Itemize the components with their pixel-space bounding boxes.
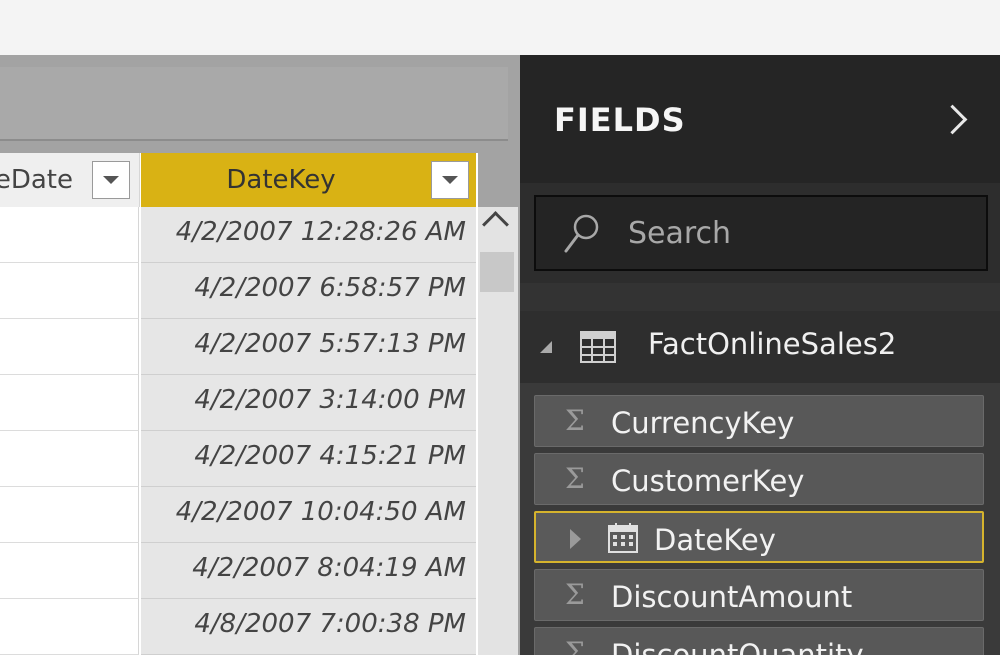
table-cell[interactable] (0, 543, 139, 599)
cell-value: 4/2/2007 8:04:19 AM (192, 553, 466, 583)
search-icon (564, 214, 599, 253)
cell-value: 4/2/2007 10:04:50 AM (175, 497, 466, 527)
chevron-right-icon[interactable] (937, 104, 968, 135)
table-row: 4/2/2007 3:14:00 PM (0, 375, 478, 431)
table-cell[interactable]: 4/8/2007 7:00:38 PM (141, 599, 476, 655)
table-cell[interactable]: 4/2/2007 6:58:57 PM (141, 263, 476, 319)
table-row: 4/2/2007 10:04:50 AM (0, 487, 478, 543)
cell-value: 4/2/2007 6:58:57 PM (194, 273, 466, 303)
column-header-label: eDate (0, 165, 73, 195)
table-cell[interactable] (0, 431, 139, 487)
column-header-datekey[interactable]: DateKey (141, 153, 476, 207)
column-header-duedate[interactable]: eDate (0, 153, 140, 207)
divider (520, 283, 1000, 311)
expand-triangle-icon[interactable] (540, 341, 552, 353)
field-item[interactable]: Σ DiscountAmount (534, 569, 984, 621)
field-item[interactable]: Σ CurrencyKey (534, 395, 984, 447)
data-view: eDate DateKey 4/2/2007 12:28:26 AM 4/2/2… (0, 55, 520, 655)
table-row: 4/2/2007 6:58:57 PM (0, 263, 478, 319)
table-cell[interactable] (0, 263, 139, 319)
fields-pane: FIELDS FactOnlineSales2 Σ CurrencyKey (520, 55, 1000, 655)
cell-value: 4/2/2007 3:14:00 PM (194, 385, 466, 415)
table-row: 4/8/2007 7:00:38 PM (0, 599, 478, 655)
table-cell[interactable]: 4/2/2007 5:57:13 PM (141, 319, 476, 375)
table-row: 4/2/2007 12:28:26 AM (0, 207, 478, 263)
field-item[interactable]: Σ CustomerKey (534, 453, 984, 505)
field-label: DiscountAmount (611, 580, 853, 614)
grid-rows: 4/2/2007 12:28:26 AM 4/2/2007 6:58:57 PM… (0, 207, 478, 655)
table-cell[interactable] (0, 487, 139, 543)
field-list: Σ CurrencyKey Σ CustomerKey DateKey Σ Di… (534, 395, 984, 655)
data-grid: eDate DateKey 4/2/2007 12:28:26 AM 4/2/2… (0, 153, 478, 655)
cell-value: 4/8/2007 7:00:38 PM (194, 609, 466, 639)
field-item[interactable]: Σ DiscountQuantity (534, 627, 984, 655)
table-row: 4/2/2007 5:57:13 PM (0, 319, 478, 375)
search-input[interactable] (628, 197, 968, 269)
table-cell[interactable] (0, 599, 139, 655)
table-cell[interactable]: 4/2/2007 4:15:21 PM (141, 431, 476, 487)
filter-dropdown-button[interactable] (431, 161, 469, 199)
column-header-label: DateKey (226, 165, 336, 195)
formula-bar[interactable] (0, 67, 508, 141)
table-node-factonlinesales2[interactable]: FactOnlineSales2 (520, 311, 1000, 383)
table-cell[interactable] (0, 319, 139, 375)
field-label: DiscountQuantity (611, 638, 864, 655)
table-row: 4/2/2007 4:15:21 PM (0, 431, 478, 487)
fields-pane-header: FIELDS (520, 55, 1000, 183)
table-icon (580, 331, 616, 363)
table-cell[interactable] (0, 207, 139, 263)
table-cell[interactable]: 4/2/2007 10:04:50 AM (141, 487, 476, 543)
table-cell[interactable] (0, 375, 139, 431)
vertical-scrollbar[interactable] (478, 207, 518, 655)
table-row: 4/2/2007 8:04:19 AM (0, 543, 478, 599)
sigma-icon: Σ (565, 404, 585, 437)
field-label: DateKey (654, 523, 776, 557)
field-label: CustomerKey (611, 464, 805, 498)
search-box[interactable] (534, 195, 988, 271)
expand-caret-icon[interactable] (570, 529, 581, 549)
table-cell[interactable]: 4/2/2007 3:14:00 PM (141, 375, 476, 431)
filter-dropdown-button[interactable] (92, 161, 130, 199)
table-name: FactOnlineSales2 (648, 327, 897, 361)
cell-value: 4/2/2007 4:15:21 PM (194, 441, 466, 471)
calendar-icon (608, 523, 638, 553)
sigma-icon: Σ (565, 578, 585, 611)
sigma-icon: Σ (565, 462, 585, 495)
pane-title: FIELDS (554, 101, 686, 139)
table-cell[interactable]: 4/2/2007 8:04:19 AM (141, 543, 476, 599)
field-label: CurrencyKey (611, 406, 795, 440)
cell-value: 4/2/2007 5:57:13 PM (194, 329, 466, 359)
sigma-icon: Σ (565, 636, 585, 655)
table-cell[interactable]: 4/2/2007 12:28:26 AM (141, 207, 476, 263)
cell-value: 4/2/2007 12:28:26 AM (175, 217, 466, 247)
scrollbar-thumb[interactable] (480, 252, 514, 292)
scroll-up-icon[interactable] (482, 211, 509, 238)
search-area (520, 183, 1000, 283)
field-item-selected[interactable]: DateKey (534, 511, 984, 563)
top-band (0, 0, 1000, 55)
